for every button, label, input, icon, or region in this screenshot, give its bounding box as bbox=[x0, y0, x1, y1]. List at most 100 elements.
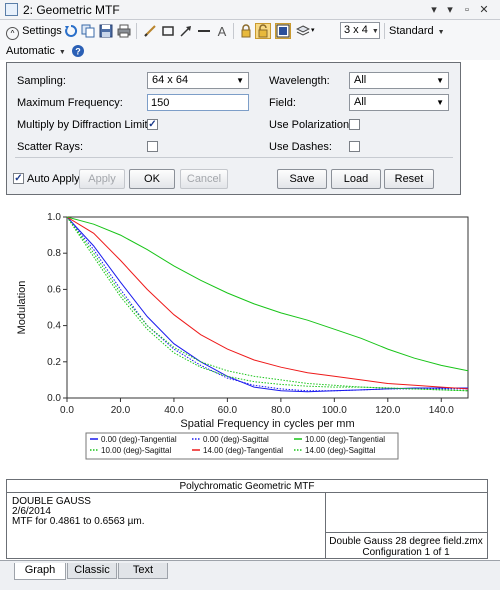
tab-graph[interactable]: Graph bbox=[14, 563, 66, 580]
x-tick-label: 40.0 bbox=[164, 405, 184, 416]
y-tick-label: 0.6 bbox=[47, 284, 61, 295]
legend-entry: 0.00 (deg)-Sagittal bbox=[203, 435, 269, 444]
toolbar: ^ Settings A ▾ 3 x 4 ▼ Standard ▼ bbox=[0, 20, 500, 42]
layers-dropdown-icon[interactable]: ▾ bbox=[311, 23, 315, 39]
y-tick-label: 0.0 bbox=[47, 393, 61, 404]
chevron-down-icon: ▼ bbox=[437, 29, 445, 36]
automatic-label: Automatic bbox=[6, 45, 55, 57]
grid-select-value: 3 x 4 bbox=[344, 24, 368, 36]
configuration-label: Configuration 1 of 1 bbox=[362, 547, 450, 558]
apply-button[interactable]: Apply bbox=[79, 169, 125, 189]
legend-entry: 10.00 (deg)-Tangential bbox=[305, 435, 385, 444]
x-tick-label: 0.0 bbox=[60, 405, 74, 416]
copy-icon[interactable] bbox=[80, 23, 96, 39]
app-icon bbox=[5, 3, 18, 16]
print-icon[interactable] bbox=[116, 23, 132, 39]
toolbar-separator bbox=[136, 23, 137, 39]
lock-icon[interactable] bbox=[238, 23, 254, 39]
save-button[interactable]: Save bbox=[277, 169, 327, 189]
settings-button[interactable]: ^ Settings bbox=[6, 23, 62, 40]
info-title: Polychromatic Geometric MTF bbox=[7, 480, 487, 493]
toolbar-separator bbox=[233, 23, 234, 39]
wavelength-value: All bbox=[354, 74, 367, 86]
x-tick-label: 80.0 bbox=[271, 405, 291, 416]
maximize-button[interactable]: ▫ bbox=[459, 2, 475, 18]
x-tick-label: 140.0 bbox=[429, 405, 454, 416]
window-icon[interactable] bbox=[275, 23, 291, 39]
style-select-value: Standard bbox=[389, 25, 434, 37]
tab-text[interactable]: Text bbox=[118, 563, 168, 579]
sampling-value: 64 x 64 bbox=[152, 74, 189, 86]
use-polarization-checkbox[interactable] bbox=[349, 119, 360, 130]
use-dashes-checkbox[interactable] bbox=[349, 141, 360, 152]
scatter-rays-checkbox[interactable] bbox=[147, 141, 158, 152]
info-divider bbox=[325, 532, 487, 533]
line-icon[interactable] bbox=[196, 23, 212, 39]
chevron-down-icon: ▼ bbox=[436, 76, 444, 85]
toolbar-separator bbox=[384, 23, 385, 39]
ok-button[interactable]: OK bbox=[129, 169, 175, 189]
mtf-chart-svg: 0.0 20.0 40.0 60.0 80.0 100.0 120.0 140.0 0.0 0.2… bbox=[16, 212, 469, 460]
window-title: 2: Geometric MTF bbox=[23, 3, 120, 17]
chevron-down-icon: ▼ bbox=[58, 49, 66, 56]
wavelength-label: Wavelength: bbox=[269, 75, 330, 87]
y-tick-label: 0.4 bbox=[47, 321, 61, 332]
arrow-icon[interactable] bbox=[178, 23, 194, 39]
x-tick-label: 120.0 bbox=[375, 405, 400, 416]
x-tick-label: 100.0 bbox=[322, 405, 347, 416]
reset-button[interactable]: Reset bbox=[384, 169, 434, 189]
pin-icon[interactable]: ▾ bbox=[426, 2, 442, 18]
chevron-down-icon: ▼ bbox=[436, 98, 444, 107]
auto-apply-checkbox[interactable]: ✓ bbox=[13, 173, 24, 184]
field-value: All bbox=[354, 96, 367, 108]
style-select[interactable]: Standard ▼ bbox=[389, 23, 445, 39]
multiply-diffraction-label: Multiply by Diffraction Limit: bbox=[17, 119, 151, 131]
text-icon[interactable]: A bbox=[214, 23, 230, 39]
cancel-button[interactable]: Cancel bbox=[180, 169, 228, 189]
title-bar: 2: Geometric MTF ▾ ▾ ▫ ✕ bbox=[0, 0, 500, 20]
lock-open-icon[interactable] bbox=[255, 23, 271, 39]
toolbar-secondary: Automatic ▼ ? bbox=[0, 42, 500, 60]
y-tick-label: 0.2 bbox=[47, 357, 61, 368]
use-dashes-label: Use Dashes: bbox=[269, 141, 332, 153]
chevron-down-icon: ▼ bbox=[371, 28, 379, 35]
help-icon[interactable]: ? bbox=[70, 43, 86, 59]
refresh-icon[interactable] bbox=[63, 23, 79, 39]
grid-select[interactable]: 3 x 4 ▼ bbox=[340, 22, 380, 39]
legend-entry: 0.00 (deg)-Tangential bbox=[101, 435, 177, 444]
pencil-icon[interactable] bbox=[142, 23, 158, 39]
close-button[interactable]: ✕ bbox=[476, 2, 492, 18]
chevron-down-icon: ▼ bbox=[236, 76, 244, 85]
tab-classic[interactable]: Classic bbox=[67, 563, 117, 579]
x-tick-label: 60.0 bbox=[218, 405, 238, 416]
sampling-select[interactable]: 64 x 64 ▼ bbox=[147, 72, 249, 89]
rectangle-icon[interactable] bbox=[160, 23, 176, 39]
file-name: Double Gauss 28 degree field.zmx bbox=[329, 536, 483, 547]
minimize-button[interactable]: ▾ bbox=[442, 2, 458, 18]
settings-panel: Sampling: 64 x 64 ▼ Maximum Frequency: Mu… bbox=[6, 62, 461, 195]
settings-divider bbox=[15, 157, 453, 158]
info-line: MTF for 0.4861 to 0.6563 µm. bbox=[12, 516, 145, 527]
load-button[interactable]: Load bbox=[331, 169, 381, 189]
svg-text:?: ? bbox=[75, 47, 81, 57]
max-frequency-input[interactable] bbox=[147, 94, 249, 111]
automatic-select[interactable]: Automatic ▼ bbox=[6, 43, 66, 59]
x-axis-label: Spatial Frequency in cycles per mm bbox=[180, 418, 354, 430]
auto-apply-label: Auto Apply bbox=[27, 173, 80, 185]
mtf-chart: 0.0 20.0 40.0 60.0 80.0 100.0 120.0 140.0 0.0 0.2… bbox=[0, 200, 500, 490]
multiply-diffraction-checkbox[interactable]: ✓ bbox=[147, 119, 158, 130]
y-tick-label: 0.8 bbox=[47, 248, 61, 259]
field-select[interactable]: All ▼ bbox=[349, 94, 449, 111]
chevron-up-icon: ^ bbox=[6, 27, 19, 40]
plot-frame bbox=[66, 216, 469, 399]
legend-entry: 14.00 (deg)-Sagittal bbox=[305, 446, 375, 455]
save-icon[interactable] bbox=[98, 23, 114, 39]
max-frequency-label: Maximum Frequency: bbox=[17, 97, 123, 109]
view-tabs: Graph Classic Text bbox=[0, 560, 500, 590]
wavelength-select[interactable]: All ▼ bbox=[349, 72, 449, 89]
info-block: Polychromatic Geometric MTF DOUBLE GAUSS… bbox=[6, 479, 488, 559]
legend-entry: 10.00 (deg)-Sagittal bbox=[101, 446, 171, 455]
layers-icon[interactable] bbox=[295, 23, 311, 39]
scatter-rays-label: Scatter Rays: bbox=[17, 141, 84, 153]
sampling-label: Sampling: bbox=[17, 75, 66, 87]
